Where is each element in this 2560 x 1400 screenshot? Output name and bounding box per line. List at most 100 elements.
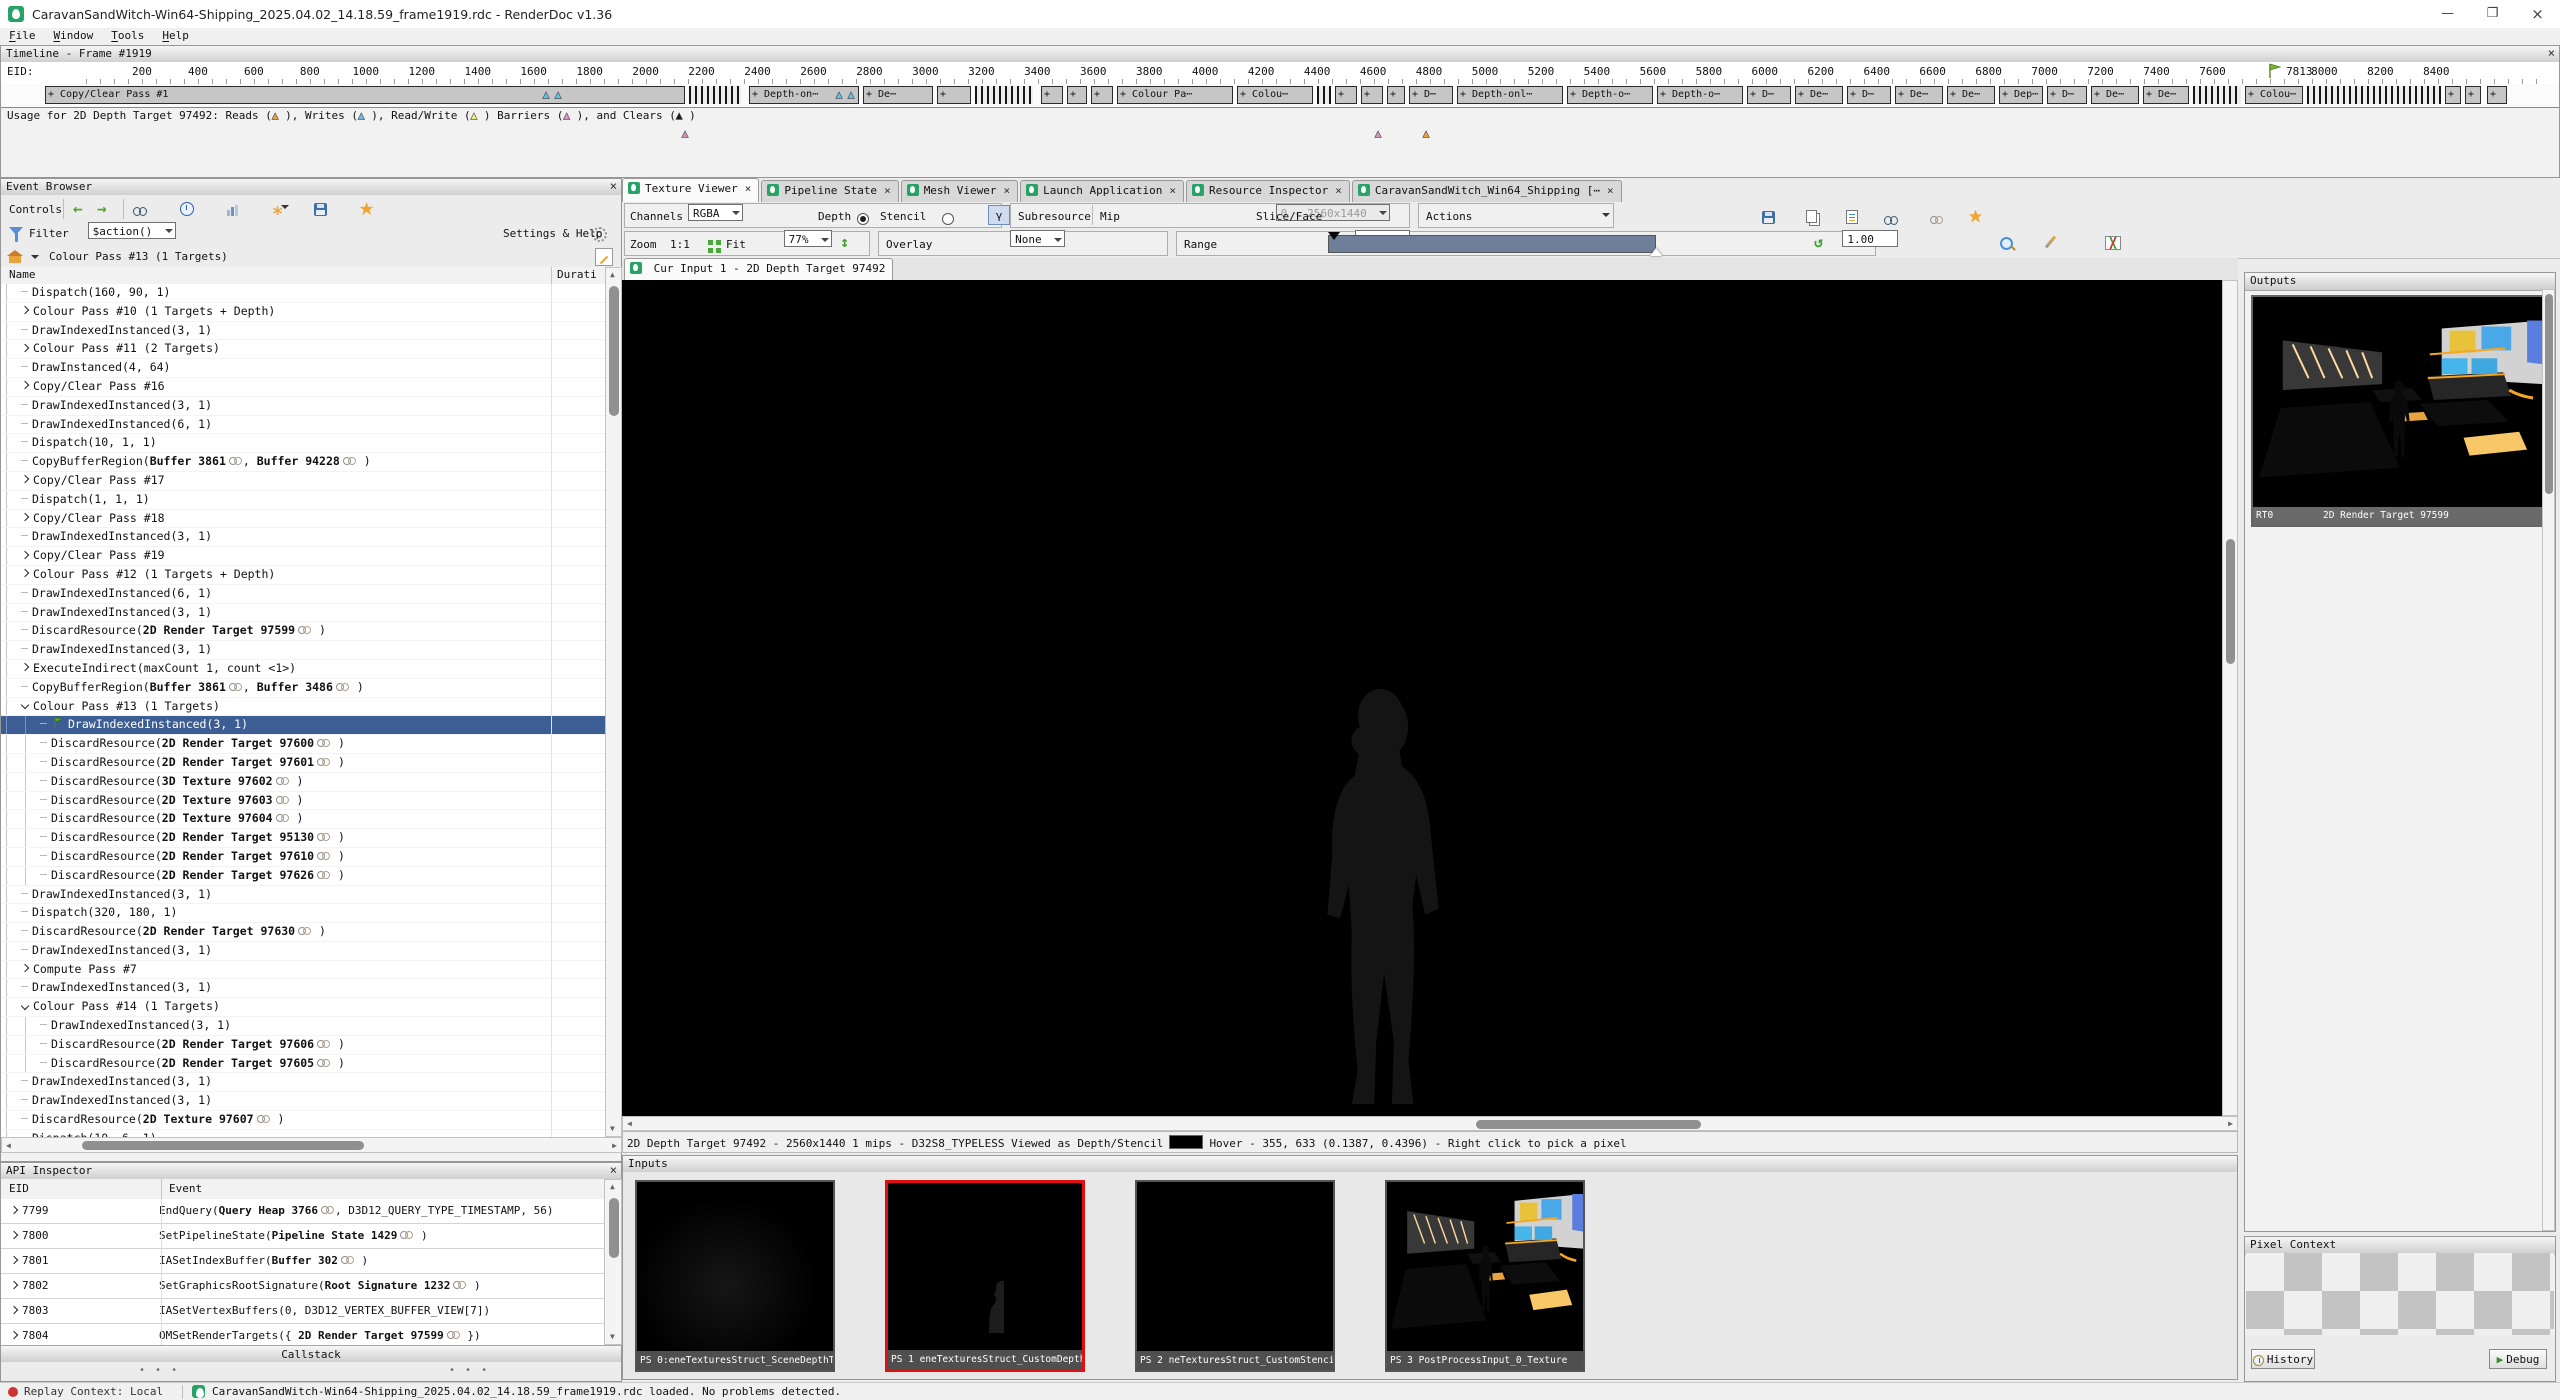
timeline-pass-block[interactable]: + [2445,86,2461,104]
texture-view-canvas[interactable] [622,280,2222,1116]
timeline-event-marks[interactable] [2193,86,2241,104]
event-row[interactable]: DiscardResource(2D Render Target 95130 ) [1,829,605,848]
timeline-pass-block[interactable]: + D⋯ [1847,86,1891,104]
resource-link[interactable]: Pipeline State 1429 [272,1229,398,1242]
tab-close-icon[interactable]: × [745,182,752,195]
usage-marker-icon[interactable]: ▲ [555,88,562,101]
usage-marker-icon[interactable]: ▲ [1423,127,1430,140]
fit-button[interactable]: Fit [726,236,746,251]
timeline-pass-block[interactable]: + [1361,86,1383,104]
timeline-pass-block[interactable]: + Colou⋯ [2245,86,2303,104]
resource-link[interactable]: 2D Render Target 95130 [162,830,314,844]
event-row[interactable]: Compute Pass #7 [1,961,605,980]
usage-marker-icon[interactable]: ▲ [836,88,843,101]
reset-range-icon[interactable]: ↺ [1814,233,1823,251]
api-inspector-close-icon[interactable]: × [610,1163,617,1177]
event-row[interactable]: DiscardResource(2D Render Target 97630 ) [1,923,605,942]
zoom-range-icon[interactable] [2000,237,2013,250]
timeline-pass-block[interactable]: + Colou⋯ [1237,86,1313,104]
event-row[interactable]: DrawInstanced(4, 64) [1,359,605,378]
flip-y-icon[interactable]: ↕ [840,233,849,251]
timeline-pass-block[interactable]: + De⋯ [1795,86,1843,104]
tab-close-icon[interactable]: × [1335,184,1342,197]
breadcrumb-dropdown-icon[interactable] [31,255,39,263]
event-row[interactable]: Colour Pass #10 (1 Targets + Depth) [1,303,605,322]
timeline-pass-block[interactable]: + [1067,86,1087,104]
timeline-pass-block[interactable]: + Depth-o⋯ [1567,86,1653,104]
timeline-pass-block[interactable]: + Depth-o⋯ [1657,86,1743,104]
resource-link[interactable]: Query Heap 3766 [219,1204,318,1217]
timeline-event-marks[interactable] [2307,86,2441,104]
event-row[interactable]: DiscardResource(2D Render Target 97626 ) [1,867,605,886]
input-thumbnail[interactable]: PS 2 neTexturesStruct_CustomStencilText [1135,1180,1335,1372]
timeline-close-icon[interactable]: × [2548,46,2555,60]
resource-link[interactable]: Root Signature 1232 [325,1279,451,1292]
replay-context-selector[interactable]: Replay Context: Local [24,1385,163,1398]
close-button[interactable]: × [2515,0,2560,28]
open-texture-list-icon[interactable] [1846,210,1858,224]
resource-link[interactable]: 2D Render Target 97606 [162,1037,314,1051]
input-thumbnail[interactable]: PS 3 PostProcessInput_0_Texture [1385,1180,1585,1372]
column-name[interactable]: Name [9,268,36,281]
range-max-input[interactable]: 1.00 [1842,230,1897,247]
resource-link[interactable]: 2D Render Target 97610 [162,849,314,863]
splitter-handle[interactable]: • • • [449,1365,489,1376]
filter-input[interactable]: $action() [88,222,176,239]
history-button[interactable]: History [2251,1349,2315,1369]
timeline-pass-block[interactable]: + Copy/Clear Pass #1 [45,86,685,104]
timeline-pass-block[interactable]: + De⋯ [2091,86,2139,104]
event-row[interactable]: Copy/Clear Pass #18 [1,510,605,529]
resource-link[interactable]: 3D Texture 97602 [162,774,273,788]
tab-pipeline-state[interactable]: Pipeline State× [761,180,898,202]
channels-select[interactable]: RGBA [688,204,743,221]
timeline-pass-block[interactable]: + [1041,86,1063,104]
overlay-select[interactable]: None [1010,230,1065,247]
api-event-row[interactable]: 7799EndQuery(Query Heap 3766, D3D12_QUER… [1,1199,604,1224]
find-event-icon[interactable] [133,207,147,216]
find-texture-icon[interactable] [1884,216,1898,225]
current-eid-flag-icon[interactable] [2268,63,2282,82]
tab-resource-inspector[interactable]: Resource Inspector× [1186,180,1350,202]
resource-link[interactable]: Buffer 94228 [257,454,340,468]
api-event-row[interactable]: 7804OMSetRenderTargets({ 2D Render Targe… [1,1324,604,1345]
event-row[interactable]: Dispatch(10, 1, 1) [1,434,605,453]
event-row[interactable]: DrawIndexedInstanced(3, 1) [1,979,605,998]
breadcrumb-home-icon[interactable] [9,256,21,263]
outputs-header[interactable]: Outputs [2245,273,2555,291]
api-event-row[interactable]: 7801IASetIndexBuffer(Buffer 302 ) [1,1249,604,1274]
tab-texture-viewer[interactable]: Texture Viewer× [622,178,759,202]
pixel-context-view[interactable] [2246,1253,2554,1335]
resource-link[interactable]: Buffer 3861 [150,680,226,694]
usage-marker-icon[interactable]: ▲ [543,88,550,101]
api-event-list[interactable]: 7799EndQuery(Query Heap 3766, D3D12_QUER… [1,1199,604,1345]
timeline-pass-block[interactable]: + [937,86,971,104]
timeline-pass-block[interactable]: + De⋯ [1947,86,1995,104]
resource-link[interactable]: Buffer 3861 [150,454,226,468]
stencil-radio[interactable] [942,213,954,225]
settings-help-link[interactable]: Settings & Help [503,225,602,240]
api-column-eid[interactable]: EID [9,1182,29,1195]
menu-window[interactable]: Window [45,28,103,45]
resource-link-icon[interactable] [1930,215,1943,224]
gamma-button[interactable]: γ [988,205,1010,225]
event-row[interactable]: DrawIndexedInstanced(3, 1) [1,886,605,905]
texture-subtab[interactable]: Cur Input 1 - 2D Depth Target 97492 [624,258,893,280]
extensions-icon[interactable] [360,202,374,216]
event-row[interactable]: DrawIndexedInstanced(3, 1) [1,1073,605,1092]
event-row[interactable]: DiscardResource(2D Texture 97603 ) [1,792,605,811]
event-row[interactable]: Colour Pass #13 (1 Targets) [1,698,605,717]
event-row[interactable]: CopyBufferRegion(Buffer 3861, Buffer 942… [1,453,605,472]
timeline-ruler[interactable]: EID: 7813 200400600800100012001400160018… [1,62,2559,85]
edit-filter-icon[interactable] [595,248,613,266]
tab-caravansandwitch-win64-shipping[interactable]: CaravanSandWitch_Win64_Shipping [⋯× [1352,180,1622,202]
event-row[interactable]: Dispatch(1, 1, 1) [1,491,605,510]
resource-link[interactable]: 2D Render Target 97599 [143,623,295,637]
statistics-icon[interactable] [226,204,239,216]
timeline-pass-block[interactable]: + [1335,86,1357,104]
resource-link[interactable]: Buffer 302 [272,1254,338,1267]
resource-link[interactable]: 2D Texture 97604 [162,811,273,825]
event-row[interactable]: DrawIndexedInstanced(3, 1) [1,641,605,660]
timing-icon[interactable] [180,202,194,216]
event-browser-close-icon[interactable]: × [610,179,617,193]
timeline-pass-block[interactable]: + De⋯ [863,86,933,104]
